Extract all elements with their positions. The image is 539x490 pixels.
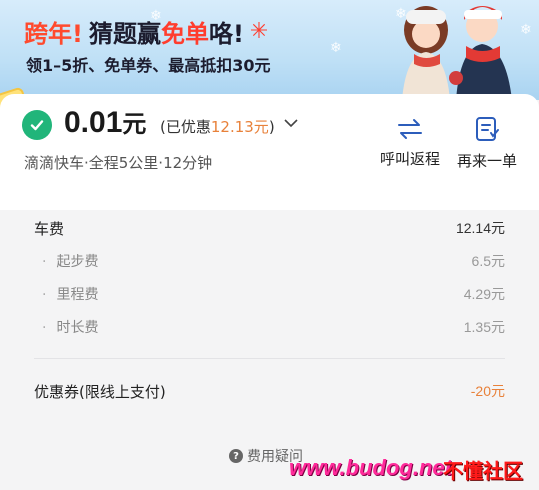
check-icon xyxy=(22,110,52,140)
question-icon: ? xyxy=(229,449,243,463)
fee-item-row: · 时长费 1.35元 xyxy=(42,319,505,336)
swap-arrows-icon xyxy=(398,119,422,139)
divider xyxy=(34,358,505,359)
watermark-name: 不懂社区 xyxy=(443,459,523,483)
chevron-down-icon[interactable] xyxy=(284,118,298,128)
watermark-site: www.budog.net xyxy=(289,455,452,480)
coupon-row: 优惠券(限线上支付) -20元 xyxy=(34,382,505,401)
couple-illustration xyxy=(402,6,512,100)
discount-summary[interactable]: (已优惠12.13元) xyxy=(160,116,275,137)
repeat-order-button[interactable]: 再来一单 xyxy=(454,116,520,171)
trip-price: 0.01元 xyxy=(64,106,147,139)
return-trip-button[interactable]: 呼叫返程 xyxy=(378,118,442,169)
firework-icon: ✳ xyxy=(249,19,269,44)
route-info: 滴滴快车·全程5公里·12分钟 xyxy=(24,154,213,172)
fee-item-row: · 里程费 4.29元 xyxy=(42,286,505,303)
fee-item-row: · 起步费 6.5元 xyxy=(42,253,505,270)
fare-row: 车费 12.14元 xyxy=(34,219,505,238)
document-icon xyxy=(476,117,499,141)
banner-subtitle: 领1–5折、免单券、最高抵扣30元 xyxy=(26,56,271,75)
promo-banner[interactable]: ❄ ❄ ❄ ❄ ❄ 跨年! 猜题赢免单咯! ✳ 领1–5折、免单券、最高抵扣30… xyxy=(0,0,539,100)
snowflake-icon: ❄ xyxy=(330,40,342,56)
banner-title: 跨年! 猜题赢免单咯! ✳ xyxy=(24,19,269,48)
